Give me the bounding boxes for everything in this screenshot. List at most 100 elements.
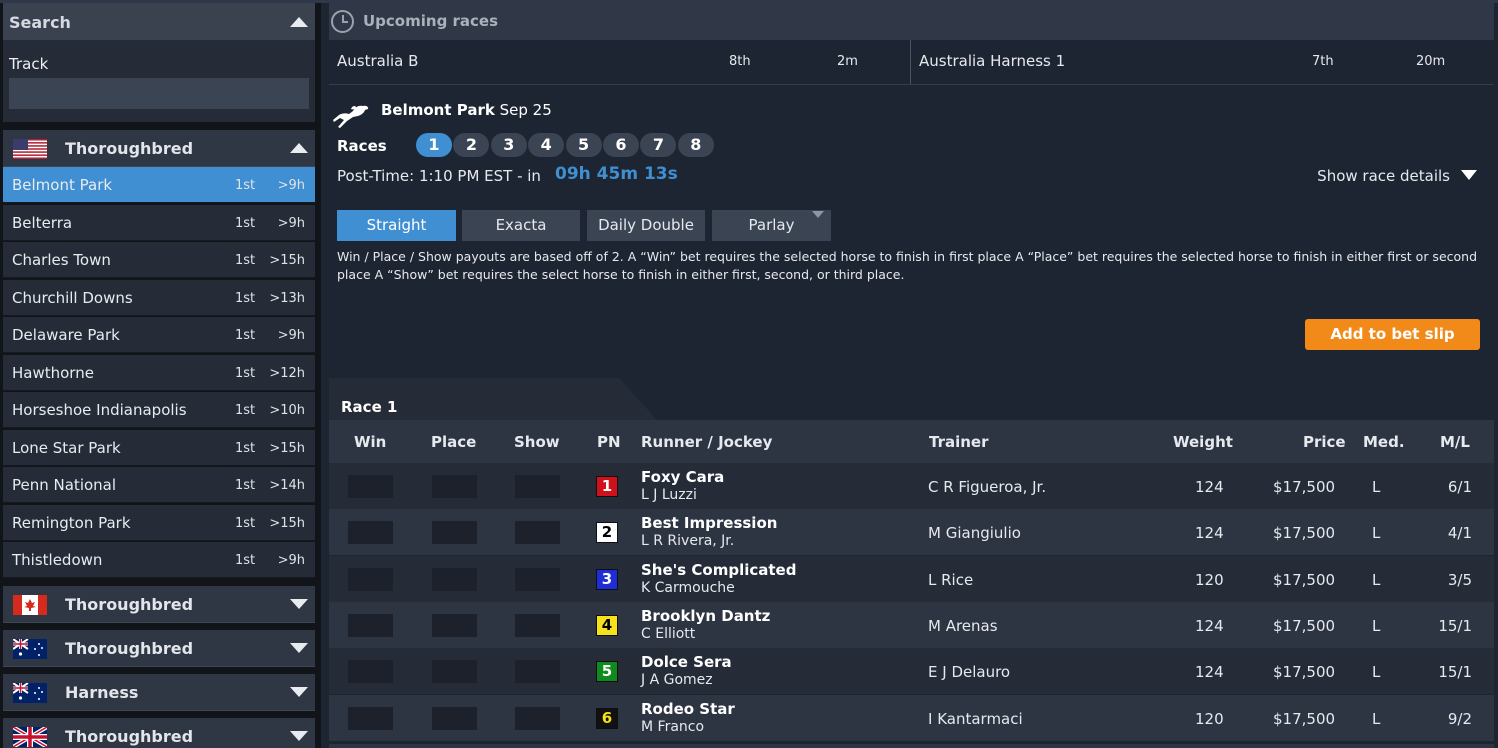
win-bet-box[interactable] xyxy=(348,613,393,637)
track-next-race: 1st xyxy=(235,515,256,531)
upcoming-races-header: Upcoming races xyxy=(329,3,1494,40)
track-search-input[interactable] xyxy=(9,78,309,109)
table-row: 3 She's Complicated K Carmouche L Rice 120 $1… xyxy=(329,555,1494,602)
track-name: Charles Town xyxy=(12,251,111,269)
expand-down-icon[interactable] xyxy=(290,599,308,609)
race-number-button[interactable]: 3 xyxy=(490,133,527,157)
track-name: Penn National xyxy=(12,476,117,494)
track-time-until: >15h xyxy=(269,515,305,531)
race-number-button[interactable]: 2 xyxy=(453,133,490,157)
place-bet-box[interactable] xyxy=(432,613,477,637)
win-bet-box[interactable] xyxy=(348,567,393,591)
track-group-name: Thoroughbred xyxy=(65,595,194,614)
place-bet-box[interactable] xyxy=(432,521,477,545)
sidebar-track-item[interactable]: Lone Star Park 1st >15h xyxy=(3,429,315,466)
table-row: 6 Rodeo Star M Franco I Kantarmaci 120 $17,50… xyxy=(329,694,1494,741)
track-group-header[interactable]: Thoroughbred xyxy=(3,130,315,167)
win-bet-box[interactable] xyxy=(348,706,393,730)
weight-value: 120 xyxy=(1195,570,1224,589)
sidebar-track-item[interactable]: Thistledown 1st >9h xyxy=(3,542,315,578)
win-bet-box[interactable] xyxy=(348,660,393,684)
sidebar-track-item[interactable]: Delaware Park 1st >9h xyxy=(3,317,315,353)
us-flag-icon xyxy=(13,139,47,159)
program-number-badge: 4 xyxy=(596,614,618,636)
bet-type-tab[interactable]: Daily Double xyxy=(587,210,705,241)
jockey-name: J A Gomez xyxy=(641,672,713,689)
sidebar-track-item[interactable]: Remington Park 1st >15h xyxy=(3,504,315,541)
bet-type-tab[interactable]: Exacta xyxy=(462,210,580,241)
program-number-badge: 3 xyxy=(596,568,618,590)
price-value: $17,500 xyxy=(1273,478,1336,496)
show-bet-box[interactable] xyxy=(515,475,560,498)
race-number-button[interactable]: 8 xyxy=(677,133,714,157)
column-header-pn: PN xyxy=(597,433,621,451)
collapse-up-icon[interactable] xyxy=(290,17,308,27)
runner-name: Best Impression xyxy=(641,514,778,533)
track-group-header[interactable]: Thoroughbred xyxy=(3,630,315,667)
weight-value: 124 xyxy=(1195,663,1224,682)
upcoming-race-time: 20m xyxy=(1416,54,1446,69)
track-name: Lone Star Park xyxy=(12,438,121,457)
track-group-name: Thoroughbred xyxy=(65,139,194,158)
show-bet-box[interactable] xyxy=(515,521,560,545)
place-bet-box[interactable] xyxy=(432,567,477,591)
collapse-up-icon[interactable] xyxy=(290,143,308,153)
win-bet-box[interactable] xyxy=(348,521,393,545)
upcoming-race-item[interactable]: Australia B 8th 2m xyxy=(329,40,910,84)
price-value: $17,500 xyxy=(1273,616,1336,635)
add-to-bet-slip-button[interactable]: Add to bet slip xyxy=(1305,319,1480,350)
race-number-button[interactable]: 1 xyxy=(416,133,452,157)
show-bet-box[interactable] xyxy=(515,660,560,684)
track-group-header[interactable]: Harness xyxy=(3,674,315,711)
bet-type-tab[interactable]: Straight xyxy=(337,210,456,241)
search-panel-header[interactable]: Search xyxy=(3,3,315,40)
show-bet-box[interactable] xyxy=(515,706,560,730)
track-next-race: 1st xyxy=(235,253,256,268)
track-name: Churchill Downs xyxy=(12,288,133,307)
sidebar-track-item[interactable]: Penn National 1st >14h xyxy=(3,467,315,503)
australia-flag-icon xyxy=(13,639,47,659)
morning-line-odds: 15/1 xyxy=(1438,663,1472,682)
sidebar-track-item[interactable]: Charles Town 1st >15h xyxy=(3,242,315,278)
sidebar-track-item[interactable]: Horseshoe Indianapolis 1st >10h xyxy=(3,392,315,428)
expand-down-icon[interactable] xyxy=(290,643,308,653)
track-group-header[interactable]: Thoroughbred xyxy=(3,586,315,623)
expand-down-icon[interactable] xyxy=(290,731,308,741)
place-bet-box[interactable] xyxy=(432,475,477,498)
sidebar-track-item[interactable]: Belterra 1st >9h xyxy=(3,204,315,241)
track-next-race: 1st xyxy=(235,365,256,381)
runner-table-header: Win Place Show PN Runner / Jockey Traine… xyxy=(329,420,1494,463)
upcoming-race-item[interactable]: Australia Harness 1 7th 20m xyxy=(911,40,1494,84)
sidebar-track-item[interactable]: Hawthorne 1st >12h xyxy=(3,354,315,391)
show-race-details-toggle[interactable]: Show race details xyxy=(1317,167,1450,185)
race-number-button[interactable]: 4 xyxy=(528,133,565,157)
expand-down-icon[interactable] xyxy=(290,687,308,697)
place-bet-box[interactable] xyxy=(432,706,477,730)
race-number-button[interactable]: 6 xyxy=(603,133,639,157)
bet-type-description: Win / Place / Show payouts are based off… xyxy=(337,249,1478,282)
dropdown-arrow-icon[interactable] xyxy=(812,211,824,218)
place-bet-box[interactable] xyxy=(432,660,477,684)
race-number-button[interactable]: 5 xyxy=(565,133,602,157)
sidebar-track-item[interactable]: Belmont Park 1st >9h xyxy=(3,167,315,203)
race-number-button[interactable]: 7 xyxy=(640,133,677,157)
uk-flag-icon xyxy=(13,727,47,747)
chevron-down-icon[interactable] xyxy=(1461,170,1477,180)
table-row: 5 Dolce Sera J A Gomez E J Delauro 124 $17,50… xyxy=(329,648,1494,695)
weight-value: 124 xyxy=(1195,616,1224,635)
track-time-until: >14h xyxy=(269,478,305,493)
column-header-morning-line: M/L xyxy=(1440,433,1470,451)
trainer-name: E J Delauro xyxy=(928,663,1011,682)
australia-flag-icon xyxy=(13,683,47,703)
track-next-race: 1st xyxy=(235,553,256,568)
show-bet-box[interactable] xyxy=(515,567,560,591)
bet-type-tab[interactable]: Parlay xyxy=(712,210,831,241)
sidebar-track-item[interactable]: Churchill Downs 1st >13h xyxy=(3,279,315,316)
track-group-name: Thoroughbred xyxy=(65,639,194,658)
track-group-header[interactable]: Thoroughbred xyxy=(3,718,315,748)
show-bet-box[interactable] xyxy=(515,613,560,637)
column-header-trainer: Trainer xyxy=(929,433,989,451)
win-bet-box[interactable] xyxy=(348,475,393,498)
search-panel-title: Search xyxy=(9,13,71,32)
column-header-show: Show xyxy=(514,433,560,451)
